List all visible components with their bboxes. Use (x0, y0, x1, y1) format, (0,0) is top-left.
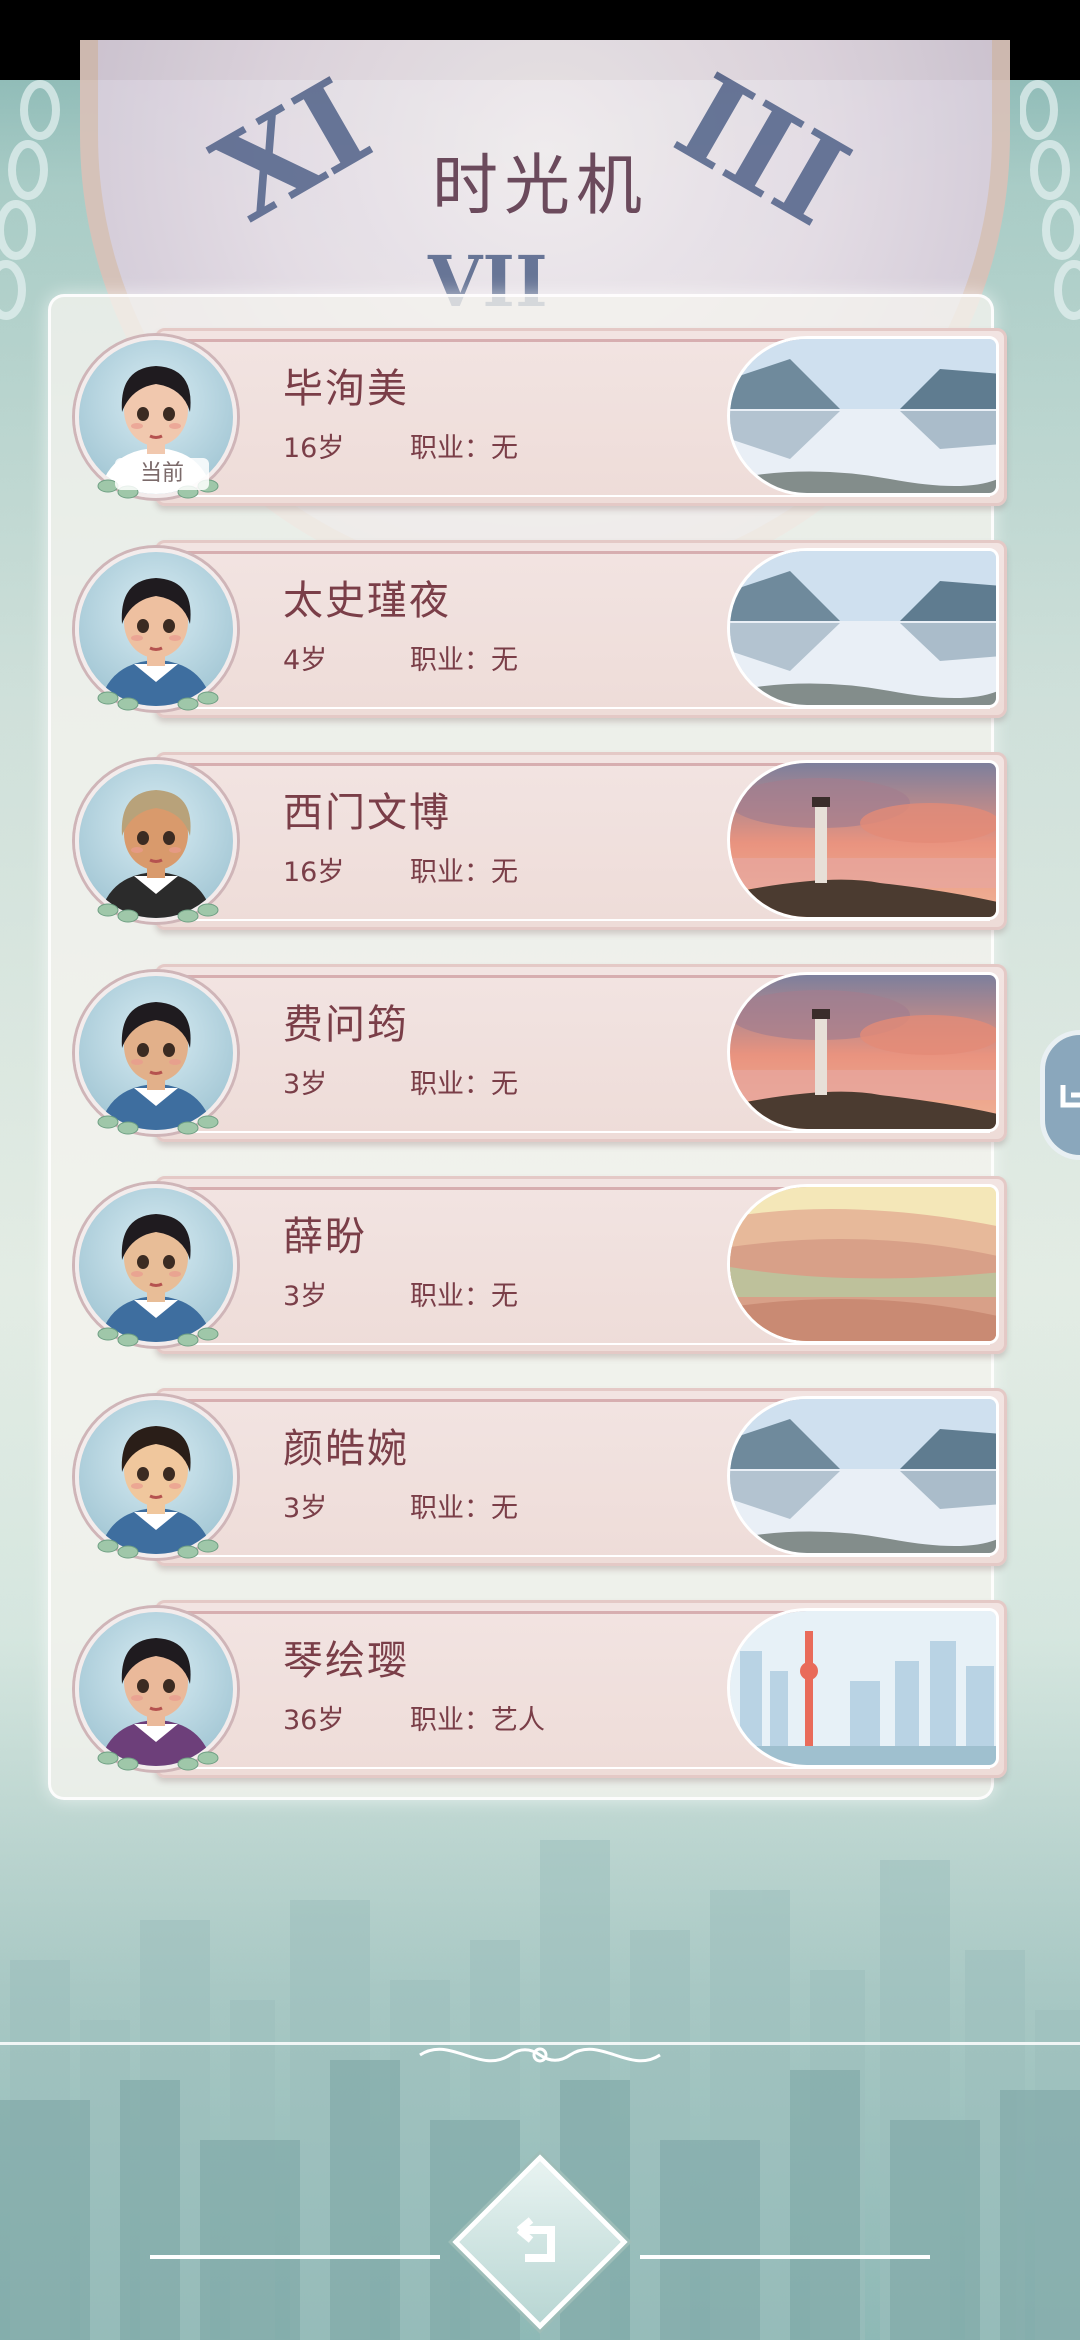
scene-thumbnail-lake (727, 1396, 999, 1556)
page-title: 时光机 (432, 147, 648, 224)
character-name: 毕洵美 (283, 366, 409, 412)
character-age: 3岁 (283, 1281, 328, 1312)
current-badge: 当前 (115, 458, 209, 490)
character-name: 费问筠 (283, 1002, 409, 1048)
character-age: 3岁 (283, 1493, 328, 1524)
character-job: 职业：无 (410, 1062, 518, 1101)
scene-thumbnail-lighthouse (727, 760, 999, 920)
character-age: 16岁 (283, 433, 345, 464)
leaf-decoration (97, 691, 219, 711)
character-card[interactable]: 西门文博 16岁 职业：无 (75, 752, 1007, 930)
leaf-decoration (97, 903, 219, 923)
back-icon (516, 2217, 555, 2262)
job-label: 职业： (410, 1069, 491, 1100)
scene-thumbnail-city (727, 1608, 999, 1768)
side-drawer-tab[interactable] (1040, 1030, 1080, 1160)
character-job: 职业：无 (410, 426, 518, 465)
character-name: 琴绘璎 (283, 1638, 409, 1684)
character-name: 颜皓婉 (283, 1426, 409, 1472)
scene-thumbnail-lake (727, 548, 999, 708)
character-name: 薛盼 (283, 1214, 367, 1260)
character-age: 3岁 (283, 1069, 328, 1100)
character-age: 4岁 (283, 645, 328, 676)
character-card[interactable]: 颜皓婉 3岁 职业：无 (75, 1388, 1007, 1566)
character-card[interactable]: 琴绘璎 36岁 职业：艺人 (75, 1600, 1007, 1778)
arrow-icon (1060, 1085, 1080, 1108)
divider (640, 2255, 930, 2259)
job-label: 职业： (410, 433, 491, 464)
job-value: 无 (491, 1281, 518, 1312)
job-label: 职业： (410, 857, 491, 888)
leaf-decoration (97, 1751, 219, 1771)
character-card[interactable]: 当前 毕洵美 16岁 职业：无 (75, 328, 1007, 506)
character-job: 职业：无 (410, 850, 518, 889)
job-value: 无 (491, 645, 518, 676)
scene-thumbnail-desert (727, 1184, 999, 1344)
character-card[interactable]: 太史瑾夜 4岁 职业：无 (75, 540, 1007, 718)
job-value: 无 (491, 857, 518, 888)
job-label: 职业： (410, 1705, 491, 1736)
scene-thumbnail-lake (727, 336, 999, 496)
divider (150, 2255, 440, 2259)
job-label: 职业： (410, 645, 491, 676)
character-card[interactable]: 费问筠 3岁 职业：无 (75, 964, 1007, 1142)
job-label: 职业： (410, 1281, 491, 1312)
job-value: 无 (491, 1493, 518, 1524)
leaf-decoration (97, 1539, 219, 1559)
character-job: 职业：艺人 (410, 1698, 545, 1737)
leaf-decoration (97, 1327, 219, 1347)
scene-thumbnail-lighthouse (727, 972, 999, 1132)
ornament-decoration (419, 2047, 661, 2063)
leaf-decoration (97, 1115, 219, 1135)
character-card[interactable]: 薛盼 3岁 职业：无 (75, 1176, 1007, 1354)
job-value: 艺人 (491, 1705, 545, 1736)
character-job: 职业：无 (410, 1274, 518, 1313)
character-job: 职业：无 (410, 638, 518, 677)
character-age: 16岁 (283, 857, 345, 888)
job-label: 职业： (410, 1493, 491, 1524)
job-value: 无 (491, 1069, 518, 1100)
character-name: 西门文博 (283, 790, 451, 836)
job-value: 无 (491, 433, 518, 464)
character-age: 36岁 (283, 1705, 345, 1736)
character-job: 职业：无 (410, 1486, 518, 1525)
character-name: 太史瑾夜 (283, 578, 451, 624)
